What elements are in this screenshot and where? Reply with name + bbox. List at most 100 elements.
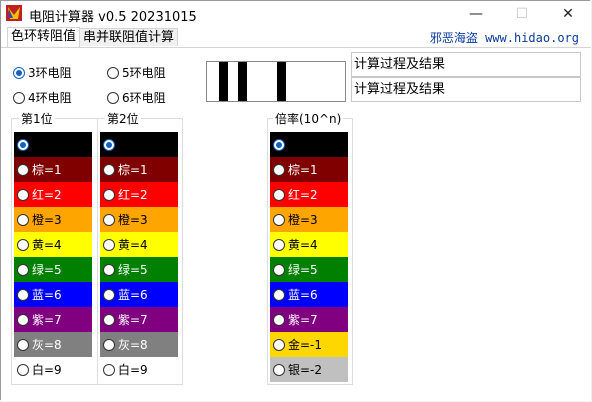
mode-5-band[interactable]: 5环电阻 xyxy=(107,64,166,81)
radio-icon[interactable] xyxy=(273,263,285,276)
digit1-color-option[interactable]: 黄=4 xyxy=(14,232,92,257)
digit2-color-option[interactable] xyxy=(100,132,178,157)
app-icon xyxy=(6,5,22,21)
digit1-color-label: 红=2 xyxy=(32,188,62,202)
digit1-color-label: 棕=1 xyxy=(32,163,62,177)
radio-icon[interactable] xyxy=(17,238,29,251)
digit1-color-option[interactable]: 蓝=6 xyxy=(14,282,92,307)
resistor-band-3 xyxy=(277,62,286,101)
maximize-button[interactable]: ☐ xyxy=(499,1,545,27)
digit1-color-label: 黄=4 xyxy=(32,238,62,252)
radio-icon[interactable] xyxy=(17,138,29,151)
digit1-color-option[interactable]: 绿=5 xyxy=(14,257,92,282)
radio-icon[interactable] xyxy=(273,363,285,376)
digit2-color-label: 橙=3 xyxy=(118,213,148,227)
multiplier-color-label: 蓝=6 xyxy=(288,288,318,302)
multiplier-color-option[interactable]: 棕=1 xyxy=(270,157,348,182)
mode-3-band[interactable]: 3环电阻 xyxy=(13,64,72,81)
digit1-color-option[interactable]: 红=2 xyxy=(14,182,92,207)
digit1-color-option[interactable]: 白=9 xyxy=(14,357,92,382)
multiplier-color-label: 橙=3 xyxy=(288,213,318,227)
radio-icon[interactable] xyxy=(273,163,285,176)
multiplier-color-label: 金=-1 xyxy=(288,338,323,352)
radio-icon[interactable] xyxy=(13,66,25,79)
digit1-color-option[interactable]: 紫=7 xyxy=(14,307,92,332)
radio-icon[interactable] xyxy=(273,313,285,326)
radio-icon[interactable] xyxy=(13,91,25,104)
radio-icon[interactable] xyxy=(17,163,29,176)
brand-link[interactable]: 邪恶海盗 www.hidao.org xyxy=(430,29,579,46)
multiplier-color-option[interactable]: 蓝=6 xyxy=(270,282,348,307)
radio-icon[interactable] xyxy=(17,363,29,376)
minimize-button[interactable]: — xyxy=(453,1,499,27)
digit1-color-label: 灰=8 xyxy=(32,338,62,352)
radio-icon[interactable] xyxy=(17,288,29,301)
mode-5-band-label: 5环电阻 xyxy=(122,66,166,80)
radio-icon[interactable] xyxy=(107,91,119,104)
digit2-color-option[interactable]: 绿=5 xyxy=(100,257,178,282)
radio-icon[interactable] xyxy=(103,263,115,276)
digit1-color-option[interactable]: 灰=8 xyxy=(14,332,92,357)
radio-icon[interactable] xyxy=(103,338,115,351)
multiplier-color-option[interactable]: 紫=7 xyxy=(270,307,348,332)
digit1-color-option[interactable]: 橙=3 xyxy=(14,207,92,232)
radio-icon[interactable] xyxy=(103,363,115,376)
multiplier-color-label: 紫=7 xyxy=(288,313,318,327)
radio-icon[interactable] xyxy=(103,288,115,301)
radio-icon[interactable] xyxy=(17,213,29,226)
digit1-color-label: 紫=7 xyxy=(32,313,62,327)
radio-icon[interactable] xyxy=(103,163,115,176)
digit2-color-option[interactable]: 黄=4 xyxy=(100,232,178,257)
mode-3-band-label: 3环电阻 xyxy=(28,66,72,80)
close-button[interactable]: ✕ xyxy=(545,1,591,27)
digit2-color-option[interactable]: 蓝=6 xyxy=(100,282,178,307)
result-box-1: 计算过程及结果 xyxy=(351,52,581,77)
resistor-band-1 xyxy=(219,62,228,101)
multiplier-color-label: 红=2 xyxy=(288,188,318,202)
radio-icon[interactable] xyxy=(103,213,115,226)
multiplier-color-option[interactable]: 红=2 xyxy=(270,182,348,207)
radio-icon[interactable] xyxy=(107,66,119,79)
radio-icon[interactable] xyxy=(103,138,115,151)
digit2-color-label: 绿=5 xyxy=(118,263,148,277)
radio-icon[interactable] xyxy=(273,213,285,226)
radio-icon[interactable] xyxy=(17,263,29,276)
radio-icon[interactable] xyxy=(273,138,285,151)
radio-icon[interactable] xyxy=(103,238,115,251)
multiplier-color-option[interactable]: 绿=5 xyxy=(270,257,348,282)
digit2-color-label: 灰=8 xyxy=(118,338,148,352)
digit1-color-option[interactable]: 棕=1 xyxy=(14,157,92,182)
digit2-color-option[interactable]: 紫=7 xyxy=(100,307,178,332)
digit2-color-option[interactable]: 灰=8 xyxy=(100,332,178,357)
multiplier-color-option[interactable] xyxy=(270,132,348,157)
digit1-label: 第1位 xyxy=(19,110,55,127)
multiplier-color-option[interactable]: 银=-2 xyxy=(270,357,348,382)
mode-6-band[interactable]: 6环电阻 xyxy=(107,89,166,106)
digit2-color-label: 红=2 xyxy=(118,188,148,202)
radio-icon[interactable] xyxy=(273,338,285,351)
multiplier-color-option[interactable]: 金=-1 xyxy=(270,332,348,357)
radio-icon[interactable] xyxy=(103,313,115,326)
tab-series-parallel[interactable]: 串并联阻值计算 xyxy=(79,28,179,46)
multiplier-color-option[interactable]: 橙=3 xyxy=(270,207,348,232)
digit1-color-option[interactable] xyxy=(14,132,92,157)
radio-icon[interactable] xyxy=(273,288,285,301)
app-window: 电阻计算器 v0.5 20231015 — ☐ ✕ 色环转阻值 串并联阻值计算 … xyxy=(0,0,591,401)
digit2-color-option[interactable]: 橙=3 xyxy=(100,207,178,232)
multiplier-color-label: 棕=1 xyxy=(288,163,318,177)
radio-icon[interactable] xyxy=(17,188,29,201)
radio-icon[interactable] xyxy=(273,188,285,201)
radio-icon[interactable] xyxy=(17,313,29,326)
digit2-color-option[interactable]: 棕=1 xyxy=(100,157,178,182)
radio-icon[interactable] xyxy=(273,238,285,251)
digit1-color-label: 白=9 xyxy=(32,363,62,377)
digit2-color-option[interactable]: 白=9 xyxy=(100,357,178,382)
multiplier-color-label: 绿=5 xyxy=(288,263,318,277)
tab-color-to-resistance[interactable]: 色环转阻值 xyxy=(7,27,81,47)
radio-icon[interactable] xyxy=(17,338,29,351)
digit1-color-label: 橙=3 xyxy=(32,213,62,227)
digit2-color-option[interactable]: 红=2 xyxy=(100,182,178,207)
multiplier-color-option[interactable]: 黄=4 xyxy=(270,232,348,257)
mode-4-band[interactable]: 4环电阻 xyxy=(13,89,72,106)
radio-icon[interactable] xyxy=(103,188,115,201)
